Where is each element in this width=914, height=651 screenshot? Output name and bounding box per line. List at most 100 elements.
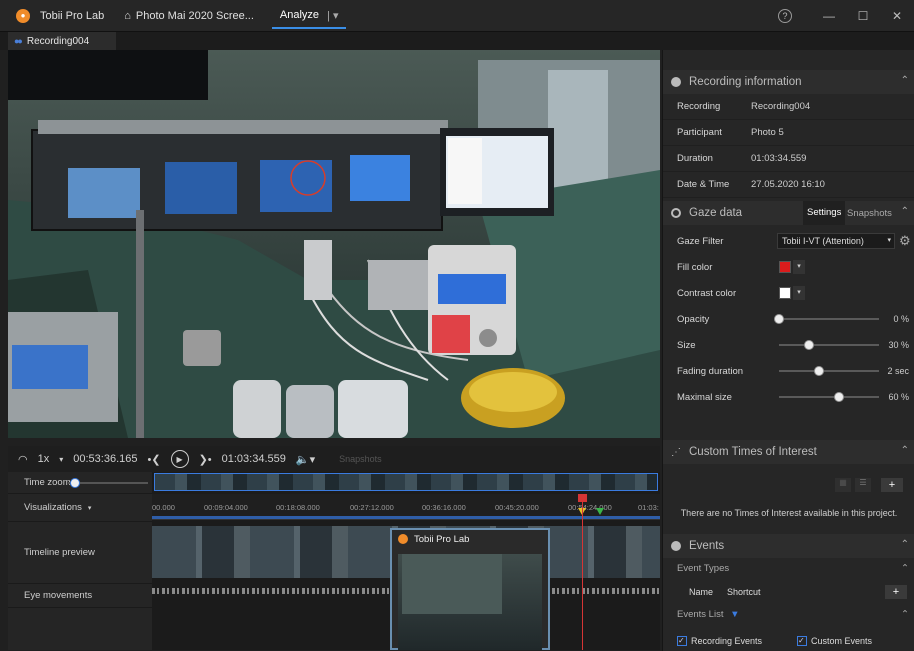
ruler-tick: 01:03: [638, 503, 659, 512]
settings-tab[interactable]: Settings [803, 201, 846, 225]
recording-tab-bar [0, 32, 914, 50]
opacity-slider[interactable] [774, 314, 879, 324]
gear-icon[interactable]: ⚙ [899, 233, 911, 249]
maximize-button[interactable]: ☐ [846, 9, 880, 23]
preview-popup: Tobii Pro Lab [390, 528, 550, 650]
close-button[interactable]: ✕ [880, 9, 914, 23]
playback-controls: ◠ 1x ▾ 00:53:36.165 •❮ ▶ ❯• 01:03:34.559… [8, 446, 660, 472]
playhead-line[interactable] [582, 494, 583, 650]
maximal-size-slider[interactable] [779, 392, 879, 402]
custom-events-label: Custom Events [811, 636, 873, 646]
speed-dropdown-icon[interactable]: ▾ [59, 455, 63, 464]
toi-icon: ⋰ [671, 446, 681, 458]
green-marker[interactable] [596, 508, 604, 515]
fill-color-dropdown-icon[interactable]: ▾ [793, 260, 805, 274]
collapse-icon[interactable]: ⌃ [901, 539, 909, 550]
project-tab-label: Photo Mai 2020 Scree... [135, 9, 254, 22]
collapse-icon[interactable]: ⌃ [901, 206, 909, 217]
size-label: Size [677, 339, 696, 351]
contrast-color-swatch[interactable] [779, 287, 791, 299]
ruler-tick: 00.000 [152, 503, 175, 512]
add-toi-button[interactable]: + [881, 478, 903, 492]
visualizations-dropdown-icon[interactable]: ▾ [88, 504, 92, 512]
slider-value: 2 [887, 366, 893, 376]
grid-view-icon[interactable]: ▦ [835, 478, 851, 492]
size-slider[interactable] [779, 340, 879, 350]
fading-duration-slider[interactable] [779, 366, 879, 376]
slider-knob[interactable] [774, 314, 784, 324]
step-back-icon[interactable]: •❮ [147, 453, 160, 466]
step-forward-icon[interactable]: ❯• [199, 453, 212, 466]
title-bar: ● Tobii Pro Lab ⌂ Photo Mai 2020 Scree..… [0, 0, 914, 32]
timeline-labels: Time zoom Visualizations ▾ Timeline prev… [8, 472, 152, 650]
custom-events-checkbox[interactable]: ✓ [797, 636, 807, 646]
fill-color-swatch[interactable] [779, 261, 791, 273]
video-player[interactable] [8, 50, 660, 438]
time-zoom-slider[interactable] [68, 478, 148, 488]
add-event-type-button[interactable]: + [885, 585, 907, 599]
contrast-color-label: Contrast color [677, 287, 737, 299]
collapse-icon[interactable]: ⌃ [901, 560, 909, 578]
time-zoom-label: Time zoom [24, 477, 71, 488]
gaze-data-title: Gaze data [689, 207, 743, 219]
toi-toolbar: ▦ ☰ + [835, 478, 903, 492]
slider-unit: % [900, 314, 909, 324]
filter-icon[interactable]: ▼ [730, 609, 739, 620]
events-header[interactable]: Events ⌃ [663, 534, 914, 558]
recording-tab[interactable]: ●● Recording004 [8, 32, 116, 50]
info-key: Participant [677, 127, 722, 138]
analyze-dropdown-icon[interactable]: | ▾ [327, 9, 338, 22]
fading-duration-value: 2 sec [887, 366, 909, 376]
info-value: Photo 5 [751, 127, 784, 138]
minimize-button[interactable]: — [812, 9, 846, 23]
playback-speed[interactable]: 1x [38, 453, 50, 465]
snapshots-button[interactable]: Snapshots [339, 454, 382, 464]
info-row-participant: Participant Photo 5 [663, 120, 914, 146]
gaze-data-header[interactable]: Gaze data Settings Snapshots ⌃ [663, 201, 914, 225]
recording-info-header[interactable]: Recording information ⌃ [663, 70, 914, 94]
help-icon[interactable]: ? [778, 9, 792, 23]
project-tab[interactable]: ⌂ Photo Mai 2020 Scree... [124, 10, 254, 22]
timeline-tracks[interactable]: 00.000 00:09:04.000 00:18:08.000 00:27:1… [152, 472, 660, 650]
ruler-tick: 00:36:16.000 [422, 503, 466, 512]
visualizations-row[interactable]: Visualizations ▾ [8, 494, 152, 522]
info-value: 01:03:34.559 [751, 153, 807, 164]
speed-gauge-icon[interactable]: ◠ [18, 453, 28, 466]
event-types-header[interactable]: Event Types ⌃ [663, 560, 914, 578]
contrast-color-dropdown-icon[interactable]: ▾ [793, 286, 805, 300]
gaze-filter-value: Tobii I-VT (Attention) [782, 236, 864, 246]
time-zoom-row: Time zoom [8, 472, 152, 494]
collapse-icon[interactable]: ⌃ [901, 75, 909, 86]
maximal-size-value: 60 % [888, 392, 909, 402]
app-window: ● Tobii Pro Lab ⌂ Photo Mai 2020 Scree..… [0, 0, 914, 651]
slider-knob[interactable] [834, 392, 844, 402]
volume-icon[interactable]: 🔈▾ [296, 453, 315, 466]
overview-thumbnail-strip[interactable] [154, 473, 658, 491]
visualizations-label: Visualizations [24, 502, 82, 513]
play-button[interactable]: ▶ [170, 450, 189, 468]
maximal-size-row: Maximal size 60 % [663, 384, 914, 410]
events-list-header[interactable]: Events List ▼ ⌃ [663, 606, 914, 624]
playhead-handle[interactable] [578, 494, 587, 502]
slider-knob[interactable] [814, 366, 824, 376]
eye-movements-row: Eye movements [8, 584, 152, 608]
opacity-label: Opacity [677, 313, 710, 325]
info-value: 27.05.2020 16:10 [751, 179, 825, 190]
toi-empty-message: There are no Times of Interest available… [680, 508, 898, 518]
slider-knob[interactable] [804, 340, 814, 350]
list-view-icon[interactable]: ☰ [855, 478, 871, 492]
collapse-icon[interactable]: ⌃ [901, 445, 909, 456]
recording-events-checkbox[interactable]: ✓ [677, 636, 687, 646]
time-zoom-knob[interactable] [70, 478, 80, 488]
blue-range-bar [152, 516, 660, 519]
recording-events-label: Recording Events [691, 636, 763, 646]
ruler-tick: 00:27:12.000 [350, 503, 394, 512]
info-icon [671, 77, 681, 87]
snapshots-tab[interactable]: Snapshots [847, 208, 892, 219]
gaze-filter-select[interactable]: Tobii I-VT (Attention) ▾ [777, 233, 895, 249]
recording-tab-label: Recording004 [26, 35, 90, 47]
custom-toi-header[interactable]: ⋰ Custom Times of Interest ⌃ [663, 440, 914, 464]
analyze-tab[interactable]: Analyze | ▾ [271, 3, 347, 29]
collapse-icon[interactable]: ⌃ [901, 606, 909, 624]
window-controls: ? — ☐ ✕ [778, 0, 914, 32]
